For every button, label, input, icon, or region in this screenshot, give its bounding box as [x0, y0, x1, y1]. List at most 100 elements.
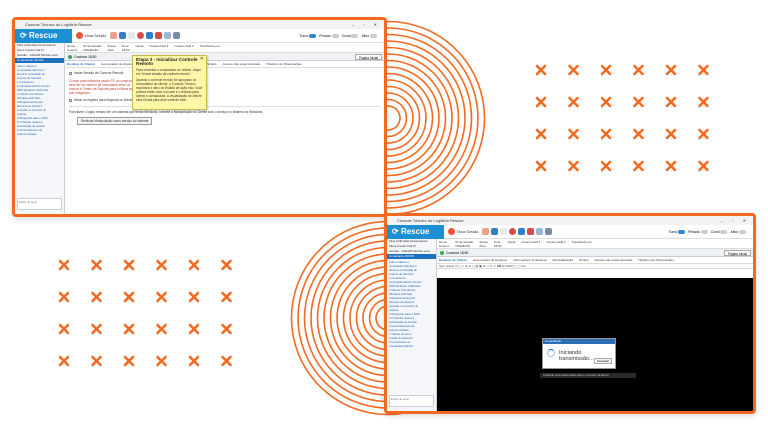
new-session-button[interactable]: Nova Sessão [76, 32, 106, 39]
info-custom1: Custom field 1 [521, 240, 541, 244]
refresh-icon[interactable] [110, 32, 118, 39]
turn-toggle[interactable] [309, 33, 317, 38]
play-icon[interactable] [128, 32, 136, 39]
ativo-toggle[interactable] [370, 33, 377, 38]
cross-mark [58, 355, 70, 367]
chat-icon[interactable] [164, 32, 172, 39]
cross-mark [568, 64, 579, 76]
play-icon[interactable] [500, 228, 508, 235]
cross-mark [698, 128, 709, 140]
registry-checkbox[interactable] [69, 99, 72, 102]
info-channel: Canal [507, 240, 516, 244]
notes-field[interactable]: Editor de texto [389, 395, 434, 407]
tab-scripts[interactable]: Scripts [579, 257, 588, 263]
close-icon[interactable]: ✕ [200, 57, 204, 62]
remote-desktop-viewer[interactable]: Conectando Iniciando transmissão... Canc… [437, 278, 753, 411]
session-log: Auto e Cliente e computador (Elmiro) 1 R… [389, 260, 422, 348]
tab-file-manager[interactable]: Gerenciador de Arquivos [101, 61, 135, 67]
canvas: Console Técnico do LogMeIn Rescue – ▫ ✕ … [0, 0, 768, 432]
private-toggle[interactable] [331, 33, 339, 38]
private-label: Privado [319, 33, 331, 38]
tab-scripts[interactable]: Scripts [207, 61, 216, 67]
guidance-tooltip: ✕ Etapa 3 - Inicializar Controle Remoto … [132, 55, 207, 110]
tab-unattended[interactable]: Acesso não supervisionado [595, 257, 633, 263]
new-session-icon [448, 228, 455, 235]
info-session-id: ID da Sessão FDE2E746 [455, 240, 474, 248]
cross-mark [123, 291, 135, 303]
cross-mark [58, 291, 70, 303]
toolbar-icons[interactable] [482, 228, 554, 235]
session-tab[interactable]: Costurar 18:50 [446, 251, 468, 255]
stop-icon[interactable] [509, 228, 517, 235]
session-tab[interactable]: Costurar 18:50 [74, 55, 96, 59]
people-icon[interactable] [545, 228, 553, 235]
cross-mark [568, 96, 579, 108]
restart-as-service-button[interactable]: Reiniciar Manipulação como serviço do si… [77, 117, 153, 125]
people-icon[interactable] [173, 32, 181, 39]
cross-mark [91, 355, 102, 367]
cross-mark [633, 128, 644, 140]
transfer-icon[interactable] [527, 228, 535, 235]
session-info: Nome Custom ID da Sessão FDE2E746 Status At… [65, 43, 384, 53]
coval-toggle[interactable] [720, 229, 728, 234]
remote-control-toolbar[interactable]: Sem status ⟲ ▢ ▷ ⊕ % ▢ ▤ ▣ ⊘ ▢ ✎ ▭ ⌨ ⊞ 1… [437, 264, 753, 269]
pause-icon[interactable] [146, 32, 154, 39]
cross-mark [665, 128, 677, 140]
main-panel: Nome Custom ID da Sessão FDE2E746 Status At… [437, 239, 753, 411]
private-toggle[interactable] [700, 229, 708, 234]
pause-icon[interactable] [518, 228, 526, 235]
ativo-toggle[interactable] [739, 229, 746, 234]
window-title: Console Técnico do LogMeIn Rescue [397, 218, 464, 223]
toolbar-icons[interactable] [110, 32, 182, 39]
start-remote-checkbox[interactable] [69, 72, 72, 75]
window-controls[interactable]: – ▫ ✕ [721, 216, 750, 225]
desktop-tab-content: Iniciar Sessão de Controle Remoto O valo… [65, 68, 384, 128]
session-log: Auto e Cliente e computador (Elmiro) 1 R… [17, 64, 50, 136]
session-sidebar: Filas Atribuídas Pesquisando Meus Canais… [15, 43, 65, 214]
chat-icon[interactable] [536, 228, 544, 235]
cross-mark [123, 355, 135, 367]
cancel-button[interactable]: Cancelar [593, 358, 612, 364]
tab-notes-history[interactable]: Histórico de Observações [638, 257, 673, 263]
cross-grid-top-right [535, 64, 709, 172]
tab-customer-desktop[interactable]: Desktop do Cliente [67, 61, 95, 67]
turn-toggle[interactable] [678, 229, 686, 234]
window-controls[interactable]: – ▫ ✕ [352, 20, 381, 29]
cross-mark [221, 355, 232, 367]
tab-unattended[interactable]: Acesso não supervisionado [223, 61, 261, 67]
stream-status: Iniciando uma transmissão para o conecto… [540, 373, 636, 378]
tab-notes-history[interactable]: Histórico de Observações [266, 61, 301, 67]
cross-mark [535, 96, 547, 108]
rescue-console-window-remote-step: Console Técnico do LogMeIn Rescue – ▫ ✕ … [12, 17, 387, 217]
user-icon[interactable] [491, 228, 499, 235]
cross-mark [665, 64, 677, 76]
cross-mark [188, 291, 200, 303]
rescue-logo: ⟳ Rescue [387, 224, 444, 239]
tab-reboot[interactable]: Reinicialização [552, 257, 573, 263]
notes-field[interactable]: Editor de texto [17, 198, 62, 210]
rescue-logo: ⟳ Rescue [15, 28, 72, 43]
stop-icon[interactable] [137, 32, 145, 39]
home-page-button[interactable]: Página Inicial [355, 54, 382, 60]
tab-file-manager[interactable]: Gerenciador de Arquivos [473, 257, 507, 263]
transfer-icon[interactable] [155, 32, 163, 39]
private-label: Privado [688, 229, 700, 234]
tab-system-info[interactable]: Informações do Sistema [513, 257, 546, 263]
rescue-console-window-streaming: Console Técnico do LogMeIn Rescue – ▫ ✕ … [384, 213, 756, 414]
cross-mark [633, 160, 644, 172]
start-remote-control-option[interactable]: Iniciar Sessão de Controle Remoto [69, 71, 380, 76]
main-panel: Nome Custom ID da Sessão FDE2E746 Status At… [65, 43, 384, 214]
tab-customer-desktop[interactable]: Desktop do Cliente [439, 257, 467, 263]
coval-toggle[interactable] [351, 33, 359, 38]
registry-option[interactable]: Ativar no registro para bloquear os clie… [69, 98, 380, 103]
user-icon[interactable] [119, 32, 127, 39]
new-session-button[interactable]: Nova Sessão [448, 228, 478, 235]
ativo-label: Ativo [730, 229, 738, 234]
tooltip-paragraph-1: Para controlar o computador do cliente, … [136, 68, 202, 76]
home-page-button[interactable]: Página Inicial [724, 250, 751, 256]
refresh-icon[interactable] [482, 228, 490, 235]
info-custom1: Custom field 1 [149, 44, 169, 48]
tooltip-title: Etapa 3 - Inicializar Controle Remoto [136, 57, 198, 66]
cross-mark [156, 291, 167, 303]
cross-mark [156, 259, 167, 271]
